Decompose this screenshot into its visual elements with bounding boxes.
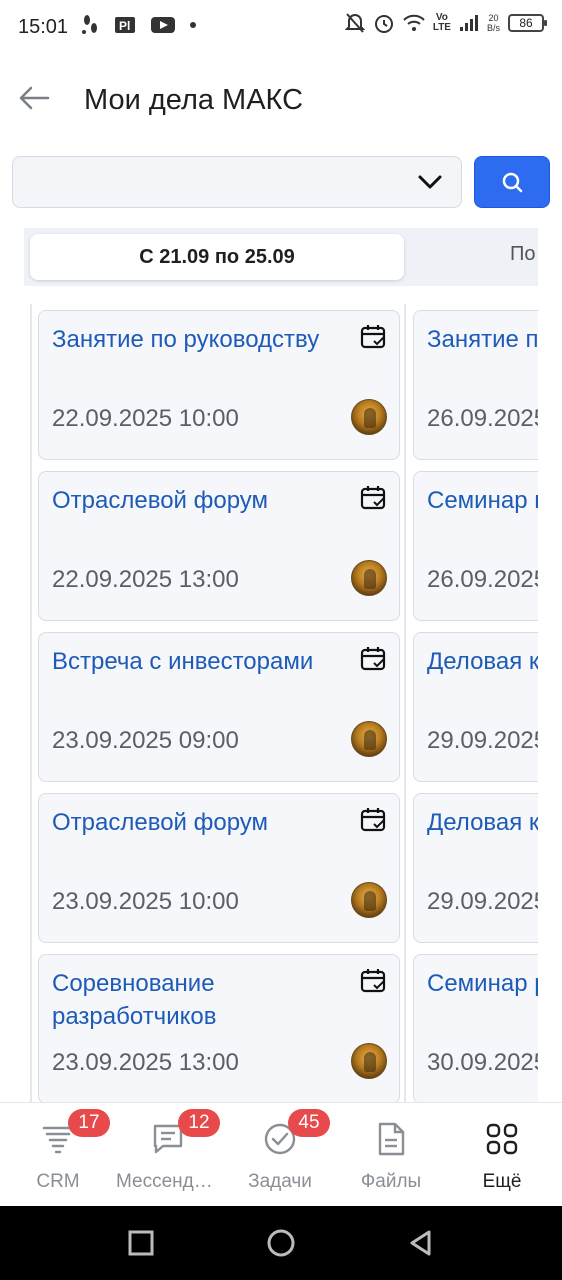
nav-badge-tasks: 45 [288, 1109, 330, 1137]
event-card[interactable]: Соревнование разработчиков 23.09.2025 13… [38, 954, 400, 1102]
nav-item-more[interactable]: Ещё [446, 1103, 558, 1207]
search-button[interactable] [474, 156, 550, 208]
event-date: 29.09.2025 [427, 727, 538, 754]
page-title: Мои дела МАКС [84, 84, 304, 116]
event-card[interactable]: Отраслевой форум 23.09.2025 10:00 [38, 793, 400, 943]
avatar[interactable] [351, 721, 387, 757]
network-type: Vo LTE [432, 12, 451, 33]
tab-next-week[interactable]: По [510, 243, 536, 266]
alarm-icon [373, 12, 395, 34]
nav-badge-messenger: 12 [178, 1109, 220, 1137]
file-icon [373, 1121, 409, 1157]
grid-icon [484, 1121, 520, 1157]
nav-badge-crm: 17 [68, 1109, 110, 1137]
status-bar: 15:01 Pl Vo LTE 20 B/s 86 [0, 0, 562, 56]
calendar-check-icon [359, 806, 387, 839]
avatar[interactable] [351, 560, 387, 596]
calendar-check-icon [359, 484, 387, 517]
event-title[interactable]: Соревнование разработчиков [52, 967, 342, 1033]
tab-current-week[interactable]: С 21.09 по 25.09 [30, 234, 404, 280]
nav-label-more: Ещё [482, 1171, 522, 1192]
event-date: 26.09.2025 [427, 405, 538, 432]
nav-label-files: Файлы [360, 1171, 422, 1192]
home-button[interactable] [266, 1228, 296, 1258]
search-icon [502, 172, 523, 193]
event-title[interactable]: Семинар разработчиков [427, 967, 538, 1000]
filter-select[interactable] [12, 156, 462, 208]
status-system-icons: Vo LTE 20 B/s 86 [344, 12, 547, 34]
footsteps-icon [80, 14, 100, 36]
avatar[interactable] [351, 1043, 387, 1079]
event-card[interactable]: Деловая конференция 29.09.2025 [413, 793, 538, 943]
avatar[interactable] [351, 399, 387, 435]
app-header: Мои дела МАКС [0, 56, 562, 144]
main-content: С 21.09 по 25.09 По Занятие по руководст… [0, 144, 562, 1102]
event-card[interactable]: Семинар разработчиков 30.09.2025 [413, 954, 538, 1102]
event-title[interactable]: Занятие по руководству [427, 323, 538, 356]
event-card[interactable]: Деловая конференция 29.09.2025 [413, 632, 538, 782]
calendar-check-icon [359, 967, 387, 1000]
nav-item-tasks[interactable]: 45 Задачи [224, 1103, 336, 1207]
app-notification-icon: Pl [114, 14, 136, 36]
cards-board: Занятие по руководству 22.09.2025 10:00 … [30, 304, 538, 1102]
nav-label-tasks: Задачи [248, 1171, 312, 1192]
chevron-down-icon [417, 173, 443, 196]
event-card[interactable]: Отраслевой форум 22.09.2025 13:00 [38, 471, 400, 621]
event-date: 26.09.2025 [427, 566, 538, 593]
signal-icon [459, 14, 479, 32]
event-date: 23.09.2025 09:00 [52, 727, 239, 754]
event-date: 22.09.2025 13:00 [52, 566, 239, 593]
event-date: 23.09.2025 10:00 [52, 888, 239, 915]
triangle-back-icon [410, 1230, 431, 1256]
battery-indicator: 86 [508, 14, 547, 32]
column-divider [30, 304, 32, 1102]
mute-bell-icon [344, 12, 365, 34]
event-title[interactable]: Встреча с инвесторами [52, 645, 342, 678]
event-date: 22.09.2025 10:00 [52, 405, 239, 432]
bottom-navigation: 17 CRM 12 Мессенджер 45 Задачи Файлы Ещё [0, 1102, 562, 1206]
event-title[interactable]: Занятие по руководству [52, 323, 342, 356]
avatar[interactable] [351, 882, 387, 918]
event-date: 23.09.2025 13:00 [52, 1049, 239, 1076]
event-title[interactable]: Отраслевой форум [52, 484, 342, 517]
nav-label-crm: CRM [36, 1171, 80, 1192]
calendar-check-icon [359, 323, 387, 356]
youtube-icon [150, 15, 176, 35]
event-title[interactable]: Деловая конференция [427, 645, 538, 678]
recents-button[interactable] [126, 1228, 156, 1258]
status-time: 15:01 [18, 16, 69, 38]
wifi-icon [403, 14, 425, 32]
arrow-left-icon [19, 86, 50, 110]
system-navigation-bar [0, 1206, 562, 1280]
event-card[interactable]: Занятие по руководству 26.09.2025 [413, 310, 538, 460]
nav-item-files[interactable]: Файлы [335, 1103, 447, 1207]
week-tabs: С 21.09 по 25.09 По [24, 228, 538, 286]
event-date: 30.09.2025 [427, 1049, 538, 1076]
status-notification-icons: Pl [80, 14, 196, 36]
event-date: 29.09.2025 [427, 888, 538, 915]
back-system-button[interactable] [406, 1228, 436, 1258]
square-icon [128, 1230, 154, 1256]
event-title[interactable]: Деловая конференция [427, 806, 538, 839]
more-notifications-dot [190, 22, 196, 28]
nav-item-messenger[interactable]: 12 Мессенджер [112, 1103, 224, 1207]
svg-text:Pl: Pl [119, 19, 130, 33]
back-button[interactable] [14, 78, 54, 118]
event-card[interactable]: Семинар по проектам 26.09.2025 [413, 471, 538, 621]
nav-label-messenger: Мессенджер [116, 1171, 224, 1192]
event-title[interactable]: Отраслевой форум [52, 806, 342, 839]
event-card[interactable]: Встреча с инвесторами 23.09.2025 09:00 [38, 632, 400, 782]
net-speed: 20 B/s [486, 13, 500, 33]
column-divider [404, 304, 406, 1102]
nav-item-crm[interactable]: 17 CRM [2, 1103, 114, 1207]
circle-icon [267, 1229, 295, 1257]
calendar-check-icon [359, 645, 387, 678]
event-card[interactable]: Занятие по руководству 22.09.2025 10:00 [38, 310, 400, 460]
event-title[interactable]: Семинар по проектам [427, 484, 538, 517]
